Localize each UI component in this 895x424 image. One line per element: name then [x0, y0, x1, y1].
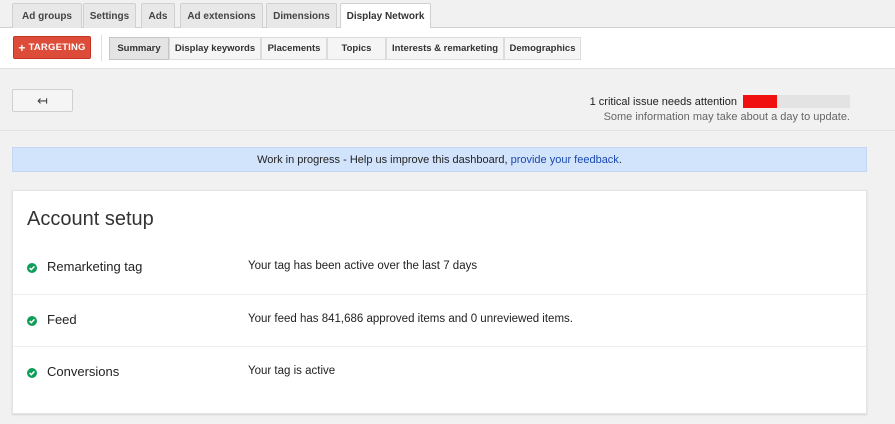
subtab-topics[interactable]: Topics	[327, 37, 386, 60]
setup-row-label: Feed	[47, 312, 77, 327]
tab-dimensions[interactable]: Dimensions	[266, 3, 337, 28]
account-setup-card: Account setup Remarketing tag Your tag h…	[12, 190, 867, 414]
setup-row-description: Your feed has 841,686 approved items and…	[248, 313, 573, 325]
critical-issue-bar-fill	[743, 95, 778, 108]
check-circle-icon	[27, 263, 37, 273]
feedback-link[interactable]: provide your feedback	[511, 154, 619, 166]
tab-ad-groups[interactable]: Ad groups	[12, 3, 82, 28]
toolbar-divider	[101, 35, 102, 61]
back-arrow-icon: ↤	[37, 92, 48, 108]
targeting-button[interactable]: + TARGETING	[13, 36, 91, 59]
setup-row-label: Conversions	[47, 364, 120, 379]
subtab-placements[interactable]: Placements	[261, 37, 327, 60]
tab-settings[interactable]: Settings	[83, 3, 136, 28]
targeting-button-label: TARGETING	[28, 42, 86, 53]
banner-suffix: .	[618, 153, 622, 166]
tab-ads[interactable]: Ads	[141, 3, 175, 28]
subtab-interests-remarketing[interactable]: Interests & remarketing	[386, 37, 504, 60]
account-setup-title: Account setup	[27, 208, 154, 230]
back-button[interactable]: ↤	[12, 89, 73, 112]
check-circle-icon	[27, 316, 37, 326]
subnav-bar: + TARGETING Summary Display keywords Pla…	[0, 28, 895, 69]
subtab-summary[interactable]: Summary	[109, 37, 169, 60]
setup-row-feed: Feed Your feed has 841,686 approved item…	[13, 294, 866, 346]
setup-row-label: Remarketing tag	[47, 259, 143, 274]
tab-ad-extensions[interactable]: Ad extensions	[180, 3, 263, 28]
critical-issue-status: 1 critical issue needs attention	[590, 95, 850, 108]
setup-row-conversions: Conversions Your tag is active	[13, 346, 866, 398]
critical-issue-bar	[743, 95, 850, 108]
update-note: Some information may take about a day to…	[603, 111, 850, 123]
subtab-display-keywords[interactable]: Display keywords	[169, 37, 261, 60]
tab-display-network[interactable]: Display Network	[340, 3, 431, 29]
setup-row-description: Your tag has been active over the last 7…	[248, 260, 478, 272]
setup-row-remarketing-tag: Remarketing tag Your tag has been active…	[13, 242, 866, 294]
subtab-demographics[interactable]: Demographics	[504, 37, 581, 60]
feedback-banner: Work in progress - Help us improve this …	[12, 147, 867, 172]
critical-issue-text: 1 critical issue needs attention	[589, 95, 737, 108]
check-circle-icon	[27, 368, 37, 378]
plus-icon: +	[18, 40, 26, 55]
setup-row-description: Your tag is active	[248, 365, 336, 377]
top-tab-bar: Ad groups Settings Ads Ad extensions Dim…	[0, 0, 895, 29]
section-divider	[0, 130, 895, 131]
banner-text: Work in progress - Help us improve this …	[257, 153, 508, 166]
